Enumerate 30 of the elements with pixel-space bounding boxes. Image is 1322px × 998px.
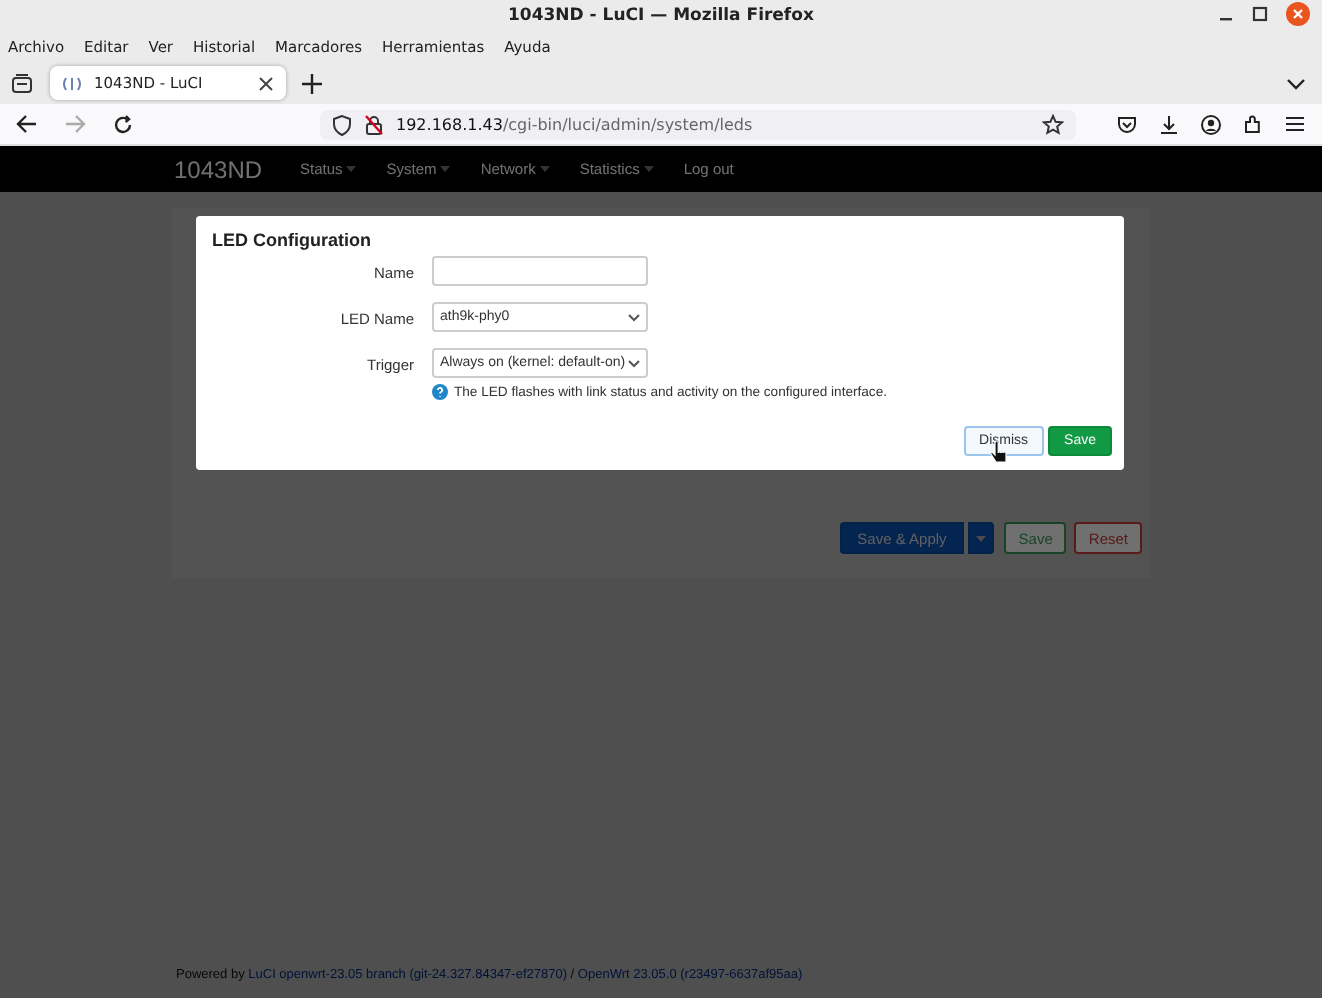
signal-icon	[62, 75, 82, 91]
caret-icon	[976, 535, 987, 543]
new-tab-icon[interactable]	[302, 73, 322, 93]
dialog-title: LED Configuration	[212, 230, 373, 250]
shield-icon[interactable]	[332, 113, 352, 135]
caret-icon	[539, 165, 550, 173]
name-input-field[interactable]	[432, 256, 648, 286]
tab-overview-icon[interactable]	[10, 71, 34, 95]
caret-icon	[440, 165, 451, 173]
star-icon[interactable]	[1042, 113, 1064, 135]
puzzle-icon[interactable]	[1242, 113, 1264, 135]
caret-icon	[643, 165, 654, 173]
close-icon[interactable]	[1286, 2, 1310, 26]
close-tab-icon[interactable]	[258, 75, 274, 91]
caret-icon	[346, 165, 357, 173]
help-icon	[432, 384, 448, 400]
chevron-down-icon	[628, 313, 640, 321]
router-brand[interactable]: 1043ND	[174, 155, 263, 183]
chevron-down-icon[interactable]	[1286, 75, 1306, 91]
menu-icon[interactable]	[1284, 113, 1306, 133]
insecure-lock-icon[interactable]	[364, 113, 384, 135]
back-icon[interactable]	[16, 114, 38, 134]
window-title: 1043ND - LuCI — Mozilla Firefox	[508, 5, 814, 25]
download-icon[interactable]	[1158, 113, 1180, 135]
account-icon[interactable]	[1200, 113, 1222, 135]
chevron-down-icon	[628, 359, 640, 367]
maximize-icon[interactable]	[1252, 6, 1268, 22]
pocket-icon[interactable]	[1116, 113, 1138, 135]
address-bar[interactable]: 192.168.1.43/cgi-bin/luci/admin/system/leds	[320, 109, 1076, 139]
reload-icon[interactable]	[112, 113, 134, 135]
